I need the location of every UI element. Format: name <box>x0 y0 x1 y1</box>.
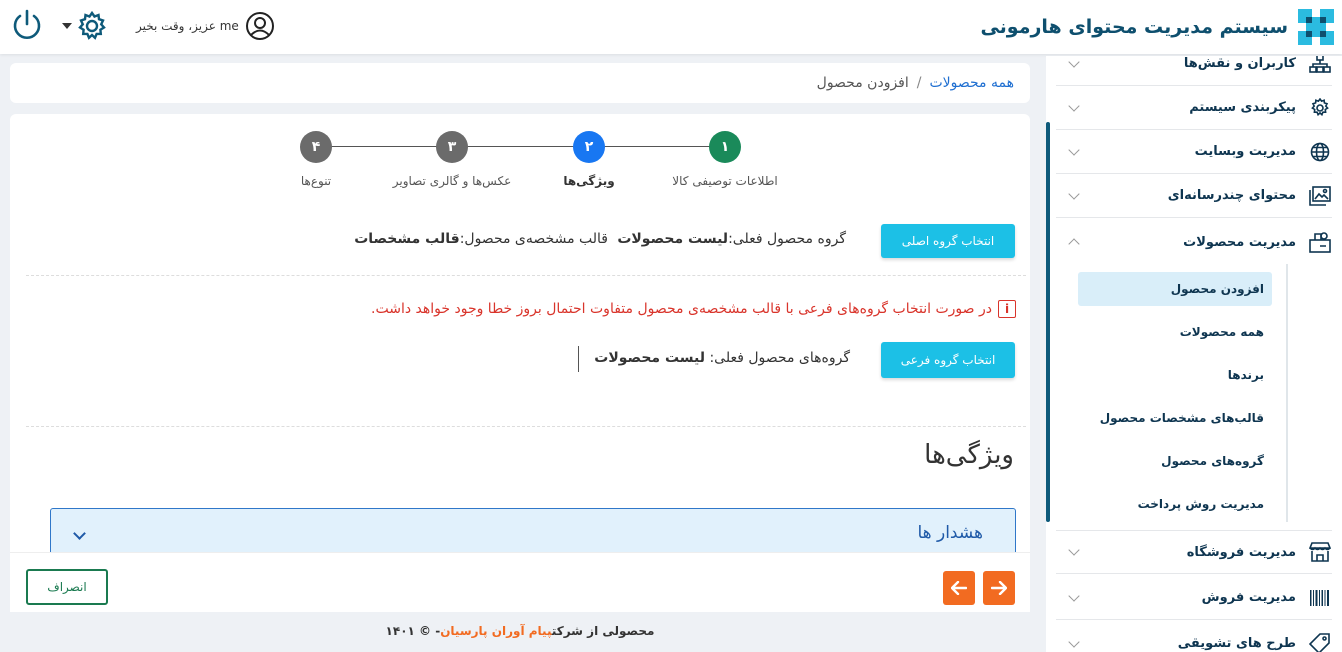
step-1-label: اطلاعات توصیفی کالا <box>672 174 778 188</box>
barcode-icon <box>1308 586 1332 610</box>
user-menu[interactable]: me عزیز، وقت بخیر <box>136 10 275 42</box>
brand[interactable]: سیستم مدیریت محتوای هارمونی <box>980 4 1338 50</box>
greeting-text: me عزیز، وقت بخیر <box>136 19 239 33</box>
sidebar-item-promotions[interactable]: طرح های تشویقی <box>1056 622 1332 652</box>
image-icon <box>1308 184 1332 208</box>
arrow-right-icon <box>991 581 1007 595</box>
select-sub-group-button[interactable]: انتخاب گروه فرعی <box>881 342 1015 378</box>
prev-button[interactable] <box>943 571 975 605</box>
current-template-text: قالب مشخصه‌ی محصول:قالب مشخصات <box>354 231 608 247</box>
arrow-left-icon <box>951 581 967 595</box>
sidebar: کاربران و نقش‌ها پیکربندی سیستم مدیریت و… <box>1046 56 1342 652</box>
submenu-payment-methods[interactable]: مدیریت روش پرداخت <box>1078 487 1272 521</box>
copyright: محصولی از شرکتپیام آوران پارسیان- © ۱۴۰۱ <box>385 624 655 638</box>
submenu-add-product[interactable]: افزودن محصول <box>1078 272 1272 306</box>
current-group-text: گروه محصول فعلی:لیست محصولات <box>617 231 846 247</box>
chevron-down-icon <box>73 527 86 540</box>
step-2-label: ویژگی‌ها <box>563 174 615 188</box>
next-button[interactable] <box>983 571 1015 605</box>
text-cursor <box>578 346 579 372</box>
sidebar-item-users[interactable]: کاربران و نقش‌ها <box>1056 56 1332 86</box>
sidebar-item-sales[interactable]: مدیریت فروش <box>1056 576 1332 620</box>
sidebar-item-system-config[interactable]: پیکربندی سیستم <box>1056 86 1332 130</box>
main-card: ۱ ۲ ۳ ۴ اطلاعات توصیفی کالا ویژگی‌ها عکس… <box>10 114 1030 612</box>
sidebar-item-products[interactable]: مدیریت محصولات <box>1056 220 1332 264</box>
step-4[interactable]: ۴ <box>300 131 332 163</box>
caret-down-icon <box>62 23 72 29</box>
submenu-brands[interactable]: برندها <box>1078 358 1272 392</box>
sidebar-scrollbar[interactable] <box>1046 122 1050 522</box>
current-sub-groups-text: گروه‌های محصول فعلی: لیست محصولات <box>594 350 850 366</box>
step-2[interactable]: ۲ <box>573 131 605 163</box>
gear-icon <box>1308 96 1332 120</box>
user-icon <box>245 12 274 40</box>
power-icon[interactable] <box>10 8 44 42</box>
logo-icon <box>1296 7 1336 47</box>
sidebar-item-store[interactable]: مدیریت فروشگاه <box>1056 530 1332 574</box>
settings-dropdown[interactable] <box>62 9 114 43</box>
step-1[interactable]: ۱ <box>709 131 741 163</box>
submenu-all-products[interactable]: همه محصولات <box>1078 315 1272 349</box>
tag-icon <box>1308 632 1332 652</box>
products-submenu: افزودن محصول همه محصولات برندها قالب‌های… <box>1076 264 1288 522</box>
products-icon <box>1308 230 1332 254</box>
select-main-group-button[interactable]: انتخاب گروه اصلی <box>881 224 1015 258</box>
breadcrumb-separator: / <box>916 75 922 91</box>
submenu-spec-templates[interactable]: قالب‌های مشخصات محصول <box>1078 401 1272 435</box>
divider <box>26 275 1026 276</box>
stepper-line <box>316 146 726 147</box>
breadcrumb-current: افزودن محصول <box>816 75 909 91</box>
step-3-label: عکس‌ها و گالری تصاویر <box>392 174 512 188</box>
globe-icon <box>1308 140 1332 164</box>
divider <box>26 426 1026 427</box>
submenu-product-groups[interactable]: گروه‌های محصول <box>1078 444 1272 478</box>
breadcrumb: همه محصولات / افزودن محصول <box>10 63 1030 103</box>
cancel-button[interactable]: انصراف <box>26 569 108 605</box>
top-bar: سیستم مدیریت محتوای هارمونی me عزیز، وقت… <box>0 0 1342 54</box>
action-bar: انصراف <box>10 552 1030 612</box>
store-icon <box>1308 540 1332 564</box>
sidebar-item-media[interactable]: محتوای چندرسانه‌ای <box>1056 174 1332 218</box>
step-4-label: تنوع‌ها <box>300 174 332 188</box>
sitemap-icon <box>1308 56 1332 76</box>
warning-message: i در صورت انتخاب گروه‌های فرعی با قالب م… <box>371 300 1016 318</box>
breadcrumb-link-all-products[interactable]: همه محصولات <box>929 75 1014 91</box>
step-3[interactable]: ۳ <box>436 131 468 163</box>
app-title: سیستم مدیریت محتوای هارمونی <box>980 16 1288 38</box>
info-icon: i <box>998 300 1016 318</box>
features-title: ویژگی‌ها <box>924 440 1014 470</box>
gear-icon <box>78 10 106 40</box>
sidebar-item-website[interactable]: مدیریت وبسایت <box>1056 130 1332 174</box>
accordion-title: هشدار ها <box>917 523 983 543</box>
company-link[interactable]: پیام آوران پارسیان <box>440 624 552 638</box>
